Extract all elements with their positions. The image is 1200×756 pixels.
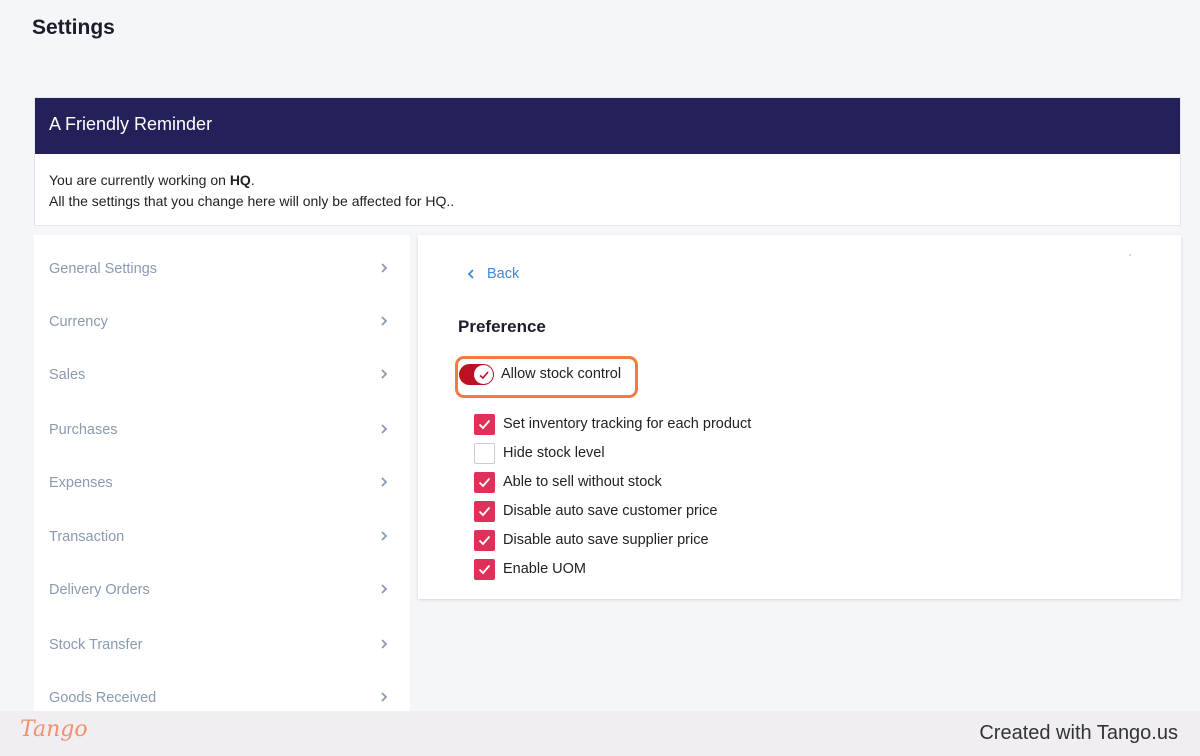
toggle-label: Allow stock control: [501, 366, 622, 382]
sidebar-item-label: Goods Received: [49, 690, 157, 706]
chevron-right-icon: [381, 316, 388, 326]
reminder-line-1-prefix: You are currently working on: [49, 172, 230, 188]
check-icon: [478, 419, 491, 430]
tango-logo: Tango: [20, 717, 88, 742]
chevron-right-icon: [381, 424, 388, 434]
sidebar-item-currency[interactable]: Currency: [34, 302, 410, 342]
reminder-card: A Friendly Reminder You are currently wo…: [34, 97, 1181, 226]
option-label: Enable UOM: [503, 561, 587, 577]
chevron-right-icon: [381, 477, 388, 487]
toggle-knob: [474, 365, 493, 384]
chevron-right-icon: [381, 692, 388, 702]
chevron-right-icon: [381, 531, 388, 541]
panel-dot: [1129, 254, 1131, 256]
option-label: Able to sell without stock: [503, 474, 662, 490]
reminder-line-2: All the settings that you change here wi…: [49, 193, 455, 209]
back-button[interactable]: Back: [464, 264, 519, 284]
branch-name: HQ: [229, 172, 251, 188]
checkbox[interactable]: [474, 472, 495, 493]
sidebar-item-sales[interactable]: Sales: [34, 355, 410, 395]
footer-bar: Tango Created with Tango.us: [0, 711, 1200, 756]
option-label: Disable auto save supplier price: [503, 532, 709, 548]
sidebar-item-general-settings[interactable]: General Settings: [34, 249, 410, 289]
sidebar-item-label: Sales: [49, 367, 86, 383]
sidebar-item-label: Expenses: [49, 475, 113, 491]
reminder-body: You are currently working on HQ. All the…: [35, 154, 1180, 228]
sidebar-item-label: General Settings: [49, 261, 158, 277]
reminder-line-1-suffix: .: [250, 172, 255, 188]
reminder-title: A Friendly Reminder: [35, 98, 1180, 154]
option-label: Disable auto save customer price: [503, 503, 718, 519]
chevron-right-icon: [381, 369, 388, 379]
check-icon: [478, 477, 491, 488]
checkbox[interactable]: [474, 530, 495, 551]
chevron-right-icon: [381, 639, 388, 649]
chevron-right-icon: [381, 263, 388, 273]
settings-sidebar: General Settings Currency Sales Purchase…: [34, 235, 410, 715]
sidebar-item-stock-transfer[interactable]: Stock Transfer: [34, 625, 410, 665]
check-icon: [478, 370, 489, 379]
option-label: Hide stock level: [503, 445, 605, 461]
section-title: Preference: [458, 317, 546, 336]
check-icon: [478, 564, 491, 575]
sidebar-item-transaction[interactable]: Transaction: [34, 517, 410, 557]
checkbox[interactable]: [474, 443, 495, 464]
sidebar-item-label: Transaction: [49, 529, 125, 545]
chevron-right-icon: [381, 584, 388, 594]
back-label: Back: [487, 266, 520, 282]
created-with-text: Created with Tango.us: [979, 722, 1178, 744]
chevron-left-icon: [467, 269, 474, 279]
reminder-line-1: You are currently working on HQ.: [49, 170, 1166, 191]
page-title: Settings: [32, 16, 115, 39]
sidebar-item-label: Delivery Orders: [49, 582, 150, 598]
allow-stock-control-toggle[interactable]: [459, 364, 494, 385]
checkbox[interactable]: [474, 414, 495, 435]
check-icon: [478, 506, 491, 517]
checkbox[interactable]: [474, 559, 495, 580]
sidebar-item-label: Stock Transfer: [49, 637, 143, 653]
checkbox[interactable]: [474, 501, 495, 522]
sidebar-item-goods-received[interactable]: Goods Received: [34, 678, 410, 715]
sidebar-item-label: Currency: [49, 314, 108, 330]
sidebar-item-delivery-orders[interactable]: Delivery Orders: [34, 570, 410, 610]
check-icon: [478, 535, 491, 546]
sidebar-item-purchases[interactable]: Purchases: [34, 410, 410, 450]
sidebar-item-label: Purchases: [49, 422, 118, 438]
preference-panel: Back Preference Allow stock control Set …: [418, 235, 1181, 599]
sidebar-item-expenses[interactable]: Expenses: [34, 463, 410, 503]
option-label: Set inventory tracking for each product: [503, 416, 752, 432]
